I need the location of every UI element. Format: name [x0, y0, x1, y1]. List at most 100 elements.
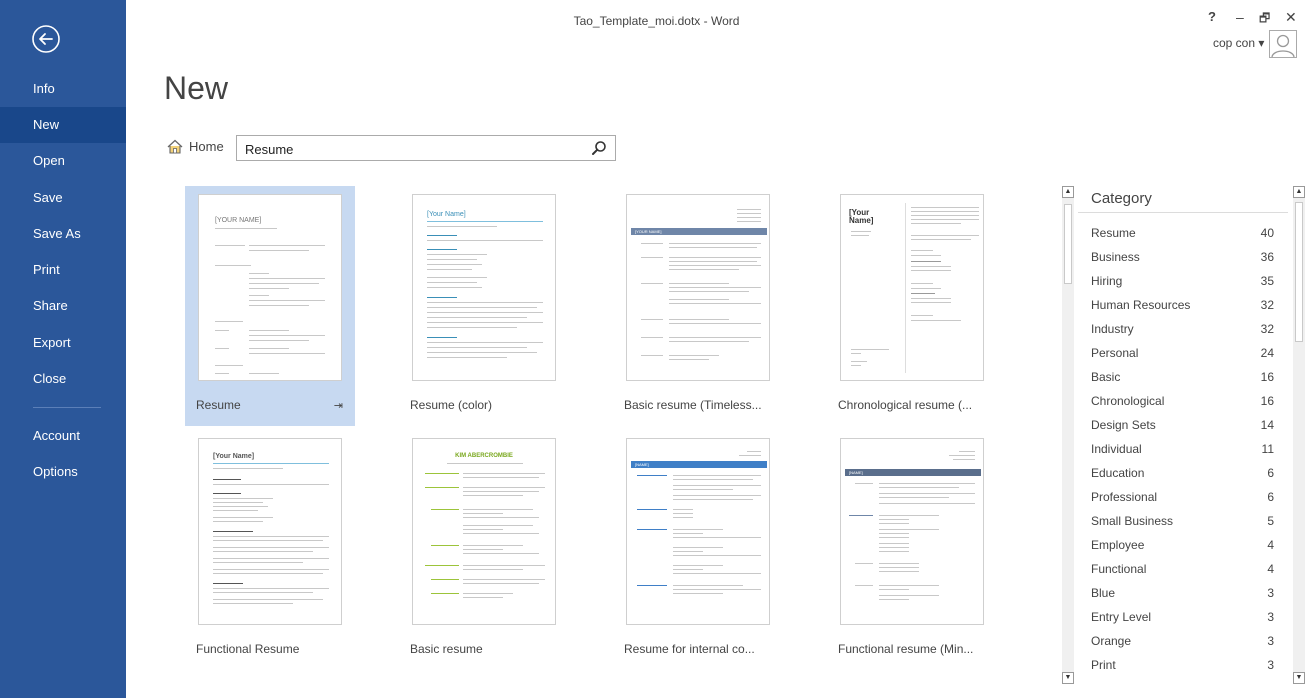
category-item[interactable]: Education 6 — [1078, 461, 1288, 485]
thumb-name: [NAME] — [849, 470, 863, 475]
home-icon — [167, 139, 183, 154]
category-name: Employee — [1091, 538, 1145, 552]
category-count: 3 — [1267, 677, 1274, 684]
scroll-thumb[interactable] — [1064, 204, 1072, 284]
category-count: 3 — [1267, 634, 1274, 648]
category-name: Basic — [1091, 370, 1121, 384]
template-resume[interactable]: [YOUR NAME] Resume ⇥ — [185, 186, 355, 426]
category-count: 6 — [1267, 466, 1274, 480]
scroll-thumb[interactable] — [1295, 202, 1303, 342]
template-basic-resume[interactable]: KIM ABERCROMBIE Basic resume — [399, 430, 569, 670]
nav-info[interactable]: Info — [0, 71, 126, 107]
template-label: Functional Resume — [196, 642, 300, 656]
category-count: 32 — [1260, 322, 1274, 336]
template-label: Basic resume — [410, 642, 483, 656]
search-icon[interactable] — [591, 140, 607, 156]
search-box[interactable] — [236, 135, 616, 162]
home-link[interactable]: Home — [167, 139, 224, 159]
thumb-name: [Your Name] — [427, 211, 466, 218]
category-item[interactable]: Print 3 — [1078, 653, 1288, 677]
category-name: Hiring — [1091, 274, 1123, 288]
scroll-down-arrow-icon[interactable]: ▼ — [1062, 672, 1074, 684]
nav-new[interactable]: New — [0, 107, 126, 143]
category-item[interactable]: Business 36 — [1078, 245, 1288, 269]
minimize-button[interactable]: – — [1236, 9, 1244, 25]
template-resume-color[interactable]: [Your Name] Resume (color) — [399, 186, 569, 426]
category-item[interactable]: Entry Level 3 — [1078, 605, 1288, 629]
category-name: Business — [1091, 250, 1140, 264]
category-count: 3 — [1267, 658, 1274, 672]
category-name: Professional — [1091, 490, 1158, 504]
thumb-name: [NAME] — [635, 462, 649, 467]
template-label: Resume (color) — [410, 398, 493, 412]
category-item[interactable]: Red 3 — [1078, 677, 1288, 684]
category-item[interactable]: Industry 32 — [1078, 317, 1288, 341]
template-thumbnail: [Your Name] — [198, 438, 342, 625]
category-item[interactable]: Orange 3 — [1078, 629, 1288, 653]
template-label: Chronological resume (... — [838, 398, 973, 412]
category-left-scrollbar[interactable]: ▲ ▼ — [1062, 186, 1074, 684]
category-name: Individual — [1091, 442, 1142, 456]
category-count: 35 — [1260, 274, 1274, 288]
nav-options[interactable]: Options — [0, 454, 126, 490]
category-count: 32 — [1260, 298, 1274, 312]
category-item[interactable]: Basic 16 — [1078, 365, 1288, 389]
category-count: 3 — [1267, 586, 1274, 600]
user-name[interactable]: cop con ▾ — [1213, 36, 1264, 50]
category-item[interactable]: Human Resources 32 — [1078, 293, 1288, 317]
category-name: Industry — [1091, 322, 1134, 336]
thumb-name: [YOUR NAME] — [635, 229, 662, 234]
nav-account[interactable]: Account — [0, 418, 126, 454]
category-item[interactable]: Resume 40 — [1078, 221, 1288, 245]
category-item[interactable]: Small Business 5 — [1078, 509, 1288, 533]
nav-share[interactable]: Share — [0, 288, 126, 324]
search-input[interactable] — [237, 136, 587, 162]
category-name: Education — [1091, 466, 1145, 480]
backstage-sidebar: Info New Open Save Save As Print Share E… — [0, 0, 126, 698]
help-button[interactable]: ? — [1208, 9, 1216, 24]
avatar-icon[interactable] — [1269, 30, 1297, 58]
back-arrow-icon[interactable] — [31, 24, 61, 54]
template-functional-resume-min[interactable]: [NAME] Functional resume (Min... — [827, 430, 997, 670]
category-item[interactable]: Individual 11 — [1078, 437, 1288, 461]
restore-button[interactable]: 🗗 — [1259, 9, 1270, 30]
template-thumbnail: KIM ABERCROMBIE — [412, 438, 556, 625]
category-item[interactable]: Design Sets 14 — [1078, 413, 1288, 437]
category-count: 3 — [1267, 610, 1274, 624]
nav-open[interactable]: Open — [0, 143, 126, 179]
nav-export[interactable]: Export — [0, 325, 126, 361]
category-right-scrollbar[interactable]: ▲ ▼ — [1293, 186, 1305, 684]
close-button[interactable]: ✕ — [1285, 9, 1297, 26]
category-item[interactable]: Blue 3 — [1078, 581, 1288, 605]
template-label: Basic resume (Timeless... — [624, 398, 762, 412]
template-basic-resume-timeless[interactable]: [YOUR NAME] Basic resume (Timeless... — [613, 186, 783, 426]
category-count: 4 — [1267, 562, 1274, 576]
template-resume-internal[interactable]: [NAME] Resume for internal co... — [613, 430, 783, 670]
scroll-up-arrow-icon[interactable]: ▲ — [1293, 186, 1305, 198]
pin-icon[interactable]: ⇥ — [334, 399, 343, 412]
nav-print[interactable]: Print — [0, 252, 126, 288]
category-item[interactable]: Hiring 35 — [1078, 269, 1288, 293]
thumb-name: [YOUR NAME] — [215, 217, 262, 224]
template-label: Functional resume (Min... — [838, 642, 974, 656]
nav-save-as[interactable]: Save As — [0, 216, 126, 252]
template-thumbnail: [NAME] — [626, 438, 770, 625]
category-item[interactable]: Personal 24 — [1078, 341, 1288, 365]
template-functional-resume[interactable]: [Your Name] Functional Resume — [185, 430, 355, 670]
category-name: Design Sets — [1091, 418, 1156, 432]
template-thumbnail: [YOUR NAME] — [626, 194, 770, 381]
category-name: Small Business — [1091, 514, 1174, 528]
category-item[interactable]: Employee 4 — [1078, 533, 1288, 557]
category-count: 6 — [1267, 490, 1274, 504]
template-chronological-resume[interactable]: [Your Name] Chronological resume (... — [827, 186, 997, 426]
home-label: Home — [189, 139, 224, 154]
nav-close[interactable]: Close — [0, 361, 126, 397]
category-item[interactable]: Functional 4 — [1078, 557, 1288, 581]
scroll-down-arrow-icon[interactable]: ▼ — [1293, 672, 1305, 684]
thumb-name: KIM ABERCROMBIE — [455, 453, 513, 459]
category-item[interactable]: Professional 6 — [1078, 485, 1288, 509]
scroll-up-arrow-icon[interactable]: ▲ — [1062, 186, 1074, 198]
nav-save[interactable]: Save — [0, 180, 126, 216]
category-item[interactable]: Chronological 16 — [1078, 389, 1288, 413]
category-name: Chronological — [1091, 394, 1165, 408]
